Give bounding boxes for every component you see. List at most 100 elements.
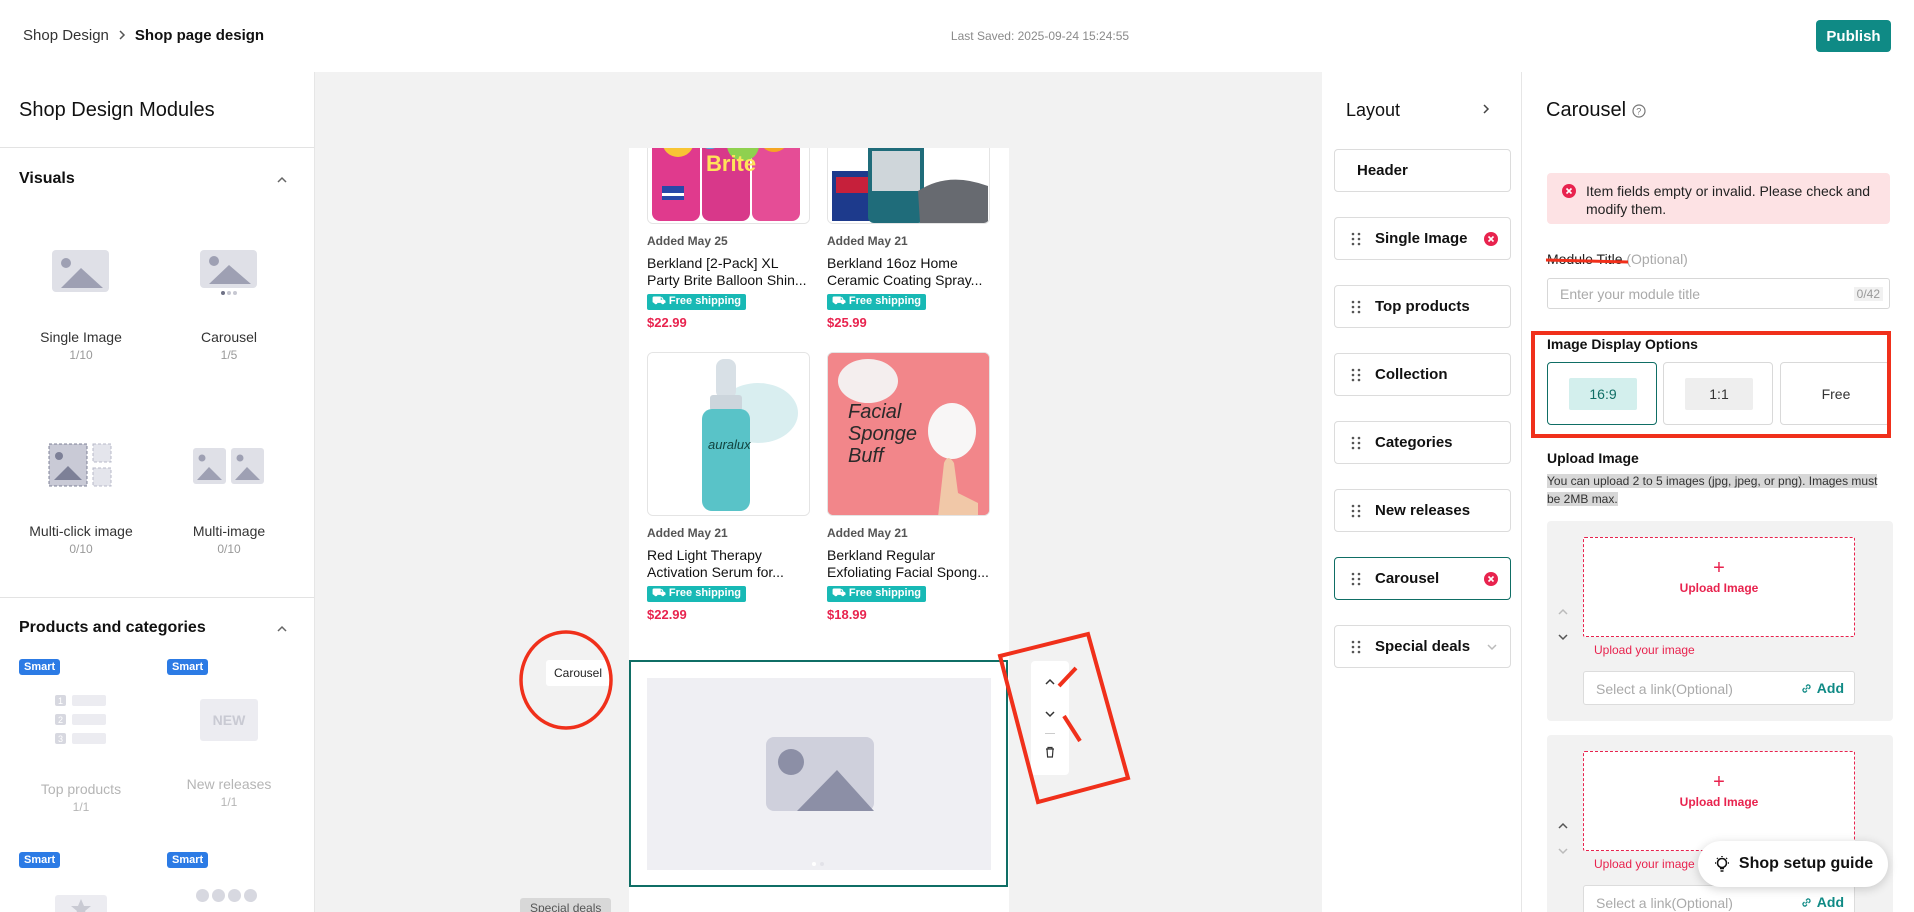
svg-text:3: 3 (58, 734, 63, 744)
optional-text: (Optional) (1626, 251, 1688, 267)
drag-handle-icon[interactable] (1351, 368, 1361, 382)
layout-item-single-image[interactable]: Single Image (1334, 217, 1511, 260)
display-option-1-1[interactable]: 1:1 (1663, 362, 1773, 425)
layout-item-label: Header (1357, 162, 1408, 179)
free-shipping-text: Free shipping (848, 587, 922, 599)
link-select-input[interactable]: Select a link(Optional) Add (1583, 885, 1855, 912)
module-name: Carousel (200, 329, 258, 345)
error-message: Item fields empty or invalid. Please che… (1586, 183, 1871, 217)
free-shipping-text: Free shipping (668, 295, 742, 307)
product-price: $25.99 (827, 315, 867, 330)
module-new-releases[interactable]: NEW New releases 1/1 (154, 694, 304, 809)
product-added-date: Added May 25 (647, 234, 728, 248)
display-option-16-9[interactable]: 16:9 (1547, 362, 1657, 425)
product-card[interactable]: CERAMIC Added May 21 Berkland 16oz Home … (827, 148, 993, 330)
upload-slot: + Upload Image Upload your image Select … (1547, 521, 1893, 721)
module-title-label: Module Title (Optional) (1547, 251, 1688, 267)
layout-item-collection[interactable]: Collection (1334, 353, 1511, 396)
drag-handle-icon[interactable] (1351, 436, 1361, 450)
chevron-up-icon[interactable] (276, 622, 288, 634)
move-down-icon[interactable] (1557, 845, 1569, 857)
product-card[interactable]: Facial Sponge Buff Added May 21 Berkland… (827, 352, 993, 622)
drag-handle-icon[interactable] (1351, 300, 1361, 314)
shop-setup-guide-button[interactable]: Shop setup guide (1698, 841, 1888, 887)
module-count: 1/1 (72, 800, 90, 814)
product-card[interactable]: Brite Added May 25 Berkland [2-Pack] XL … (647, 148, 813, 330)
add-link-button[interactable]: Add (1800, 680, 1844, 696)
chevron-down-icon[interactable] (1486, 641, 1498, 653)
module-count: 1/1 (220, 795, 238, 809)
layout-item-label: Special deals (1375, 638, 1471, 655)
display-option-free[interactable]: Free (1780, 362, 1890, 425)
product-name: Berkland Regular Exfoliating Facial Spon… (827, 547, 989, 580)
section-visuals-heading[interactable]: Visuals (19, 170, 75, 188)
move-up-icon[interactable] (1041, 673, 1059, 691)
free-shipping-badge: ⛟ Free shipping (647, 586, 747, 602)
add-link-label: Add (1816, 894, 1844, 910)
layout-item-new-releases[interactable]: New releases (1334, 489, 1511, 532)
layout-item-categories[interactable]: Categories (1334, 421, 1511, 464)
link-placeholder: Select a link(Optional) (1596, 895, 1733, 911)
layout-item-top-products[interactable]: Top products (1334, 285, 1511, 328)
module-count: 0/10 (69, 542, 93, 556)
upload-image-button[interactable]: + Upload Image (1583, 537, 1855, 637)
module-multi-click-image[interactable]: Multi-click image 0/10 (6, 440, 156, 556)
product-image-text: Facial Sponge Buff (848, 401, 917, 467)
shop-setup-guide-label: Shop setup guide (1738, 855, 1874, 872)
link-select-input[interactable]: Select a link(Optional) Add (1583, 671, 1855, 705)
move-down-icon[interactable] (1557, 631, 1569, 643)
error-banner: Item fields empty or invalid. Please che… (1547, 173, 1890, 224)
layout-item-label: Categories (1375, 434, 1453, 451)
product-image: auralux (647, 352, 810, 516)
plus-icon: + (1713, 771, 1725, 793)
next-module-tag: Special deals (520, 898, 612, 912)
publish-button[interactable]: Publish (1816, 20, 1891, 52)
divider (1045, 733, 1055, 734)
svg-text:1: 1 (58, 696, 63, 706)
move-up-icon[interactable] (1557, 606, 1569, 618)
product-card[interactable]: auralux Added May 21 Red Light Therapy A… (647, 352, 813, 622)
module-top-products[interactable]: 1 2 3 Top products 1/1 (6, 694, 156, 814)
product-name: Berkland 16oz Home Ceramic Coating Spray… (827, 255, 983, 288)
help-icon[interactable]: ? (1632, 103, 1646, 118)
trash-icon[interactable] (1041, 743, 1059, 761)
move-down-icon[interactable] (1041, 705, 1059, 723)
error-icon (1562, 184, 1576, 198)
module-count: 0/10 (217, 542, 241, 556)
smart-badge: Smart (167, 659, 209, 675)
carousel-module-preview[interactable] (629, 660, 1008, 887)
module-multi-image[interactable]: Multi-image 0/10 (154, 440, 304, 556)
drag-handle-icon[interactable] (1351, 572, 1361, 586)
move-up-icon[interactable] (1557, 820, 1569, 832)
drag-handle-icon[interactable] (1351, 640, 1361, 654)
section-products-heading[interactable]: Products and categories (19, 619, 206, 637)
module-carousel[interactable]: Carousel 1/5 (154, 246, 304, 362)
layout-item-special-deals[interactable]: Special deals (1334, 625, 1511, 668)
free-shipping-badge: ⛟ Free shipping (647, 294, 747, 310)
chevron-up-icon[interactable] (276, 173, 288, 185)
add-link-button[interactable]: Add (1800, 894, 1844, 910)
product-image: Brite (647, 148, 810, 224)
truck-icon: ⛟ (652, 587, 666, 599)
multi-image-icon (193, 448, 264, 484)
module-title-input[interactable]: Enter your module title 0/42 (1547, 278, 1890, 309)
layout-item-header[interactable]: Header (1334, 149, 1511, 192)
module-name: Top products (40, 781, 122, 797)
truck-icon: ⛟ (652, 295, 666, 307)
slot-reorder (1557, 605, 1571, 648)
error-icon (1484, 571, 1498, 586)
module-name: Multi-image (192, 523, 266, 539)
svg-text:?: ? (1636, 106, 1641, 116)
module-single-image[interactable]: Single Image 1/10 (6, 246, 156, 362)
single-image-icon (52, 250, 109, 292)
upload-image-button[interactable]: + Upload Image (1583, 751, 1855, 851)
star-icon (71, 899, 91, 912)
drag-handle-icon[interactable] (1351, 504, 1361, 518)
image-placeholder-icon (766, 737, 874, 866)
drag-handle-icon[interactable] (1351, 232, 1361, 246)
layout-item-label: Carousel (1375, 570, 1440, 587)
svg-text:2: 2 (58, 715, 63, 725)
layout-item-carousel[interactable]: Carousel (1334, 557, 1511, 600)
display-options-label: Image Display Options (1547, 336, 1698, 352)
chevron-right-icon[interactable] (1480, 102, 1492, 114)
